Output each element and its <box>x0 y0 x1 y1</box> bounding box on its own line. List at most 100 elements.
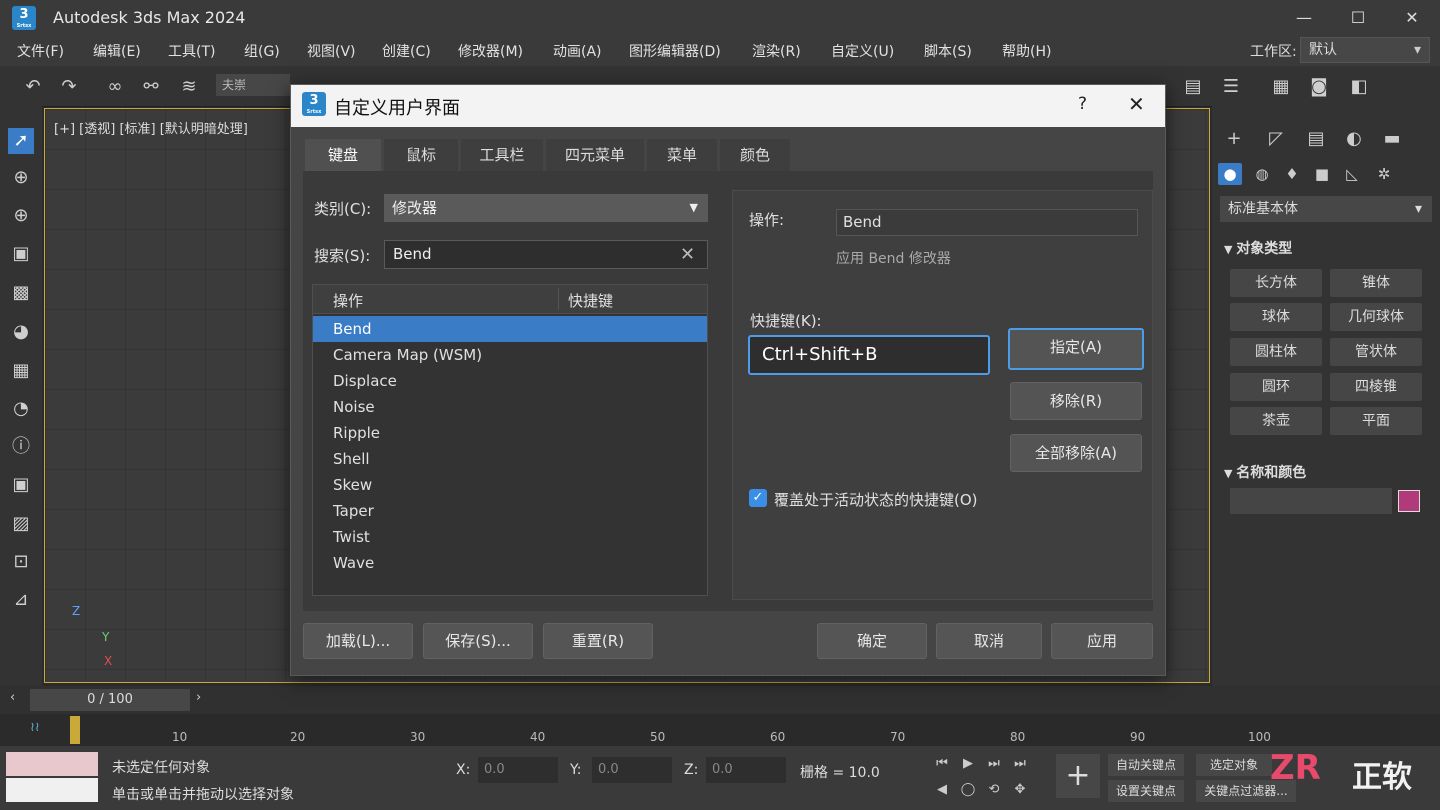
move-icon[interactable]: ⊕ <box>8 165 34 191</box>
list-item[interactable]: Shell <box>313 446 707 472</box>
utilities-icon[interactable]: ▣ <box>8 472 34 498</box>
list-item[interactable]: Wave <box>313 550 707 576</box>
snap-icon[interactable]: ⊡ <box>8 549 34 575</box>
y-coord-field[interactable]: 0.0 <box>592 757 672 783</box>
column-divider[interactable] <box>558 288 559 310</box>
tab-keyboard[interactable]: 键盘 <box>305 139 381 173</box>
z-coord-field[interactable]: 0.0 <box>706 757 786 783</box>
tab-menus[interactable]: 菜单 <box>647 139 717 171</box>
tube-button[interactable]: 管状体 <box>1330 338 1422 366</box>
list-item[interactable]: Ripple <box>313 420 707 446</box>
lights-icon[interactable]: ♦ <box>1280 163 1304 185</box>
select-object-icon[interactable]: ➚ <box>8 128 34 154</box>
menu-edit[interactable]: 编辑(E) <box>93 41 141 61</box>
cone-button[interactable]: 锥体 <box>1330 269 1422 297</box>
torus-button[interactable]: 圆环 <box>1230 373 1322 401</box>
list-item[interactable]: Twist <box>313 524 707 550</box>
modify-tab-icon[interactable]: ◸ <box>1262 126 1290 152</box>
cylinder-button[interactable]: 圆柱体 <box>1230 338 1322 366</box>
hierarchy-tab-icon[interactable]: ▤ <box>1302 126 1330 152</box>
curve-editor-mini-icon[interactable]: ≀≀ <box>30 720 40 735</box>
create-tab-icon[interactable]: + <box>1220 126 1248 152</box>
rollout-name-color[interactable]: ▼ 名称和颜色 <box>1224 462 1306 482</box>
plane-button[interactable]: 平面 <box>1330 407 1422 435</box>
time-marker[interactable] <box>70 716 80 744</box>
orbit-icon[interactable]: ⟲ <box>984 780 1004 800</box>
add-key-button[interactable]: + <box>1056 754 1100 798</box>
pan-icon[interactable]: ✥ <box>1010 780 1030 800</box>
list-item[interactable]: Taper <box>313 498 707 524</box>
play-icon[interactable]: ▶ <box>958 754 978 774</box>
unlink-icon[interactable]: ⚯ <box>138 74 164 100</box>
set-key-button[interactable]: 设置关键点 <box>1108 780 1184 802</box>
rotate-icon[interactable]: ⊕ <box>8 203 34 229</box>
menu-rendering[interactable]: 渲染(R) <box>752 41 801 61</box>
menu-help[interactable]: 帮助(H) <box>1002 41 1051 61</box>
maxscript-listener-top[interactable] <box>6 752 98 776</box>
prev-key-icon[interactable]: ◀ <box>932 780 952 800</box>
list-item[interactable]: Camera Map (WSM) <box>313 342 707 368</box>
list-item[interactable]: Noise <box>313 394 707 420</box>
maximize-icon[interactable]: ☐ <box>1338 4 1378 32</box>
save-button[interactable]: 保存(S)... <box>423 623 533 659</box>
go-to-end-icon[interactable]: ⏭ <box>1010 754 1030 774</box>
maxscript-listener-bottom[interactable] <box>6 778 98 802</box>
toggle-ribbon-icon[interactable]: ☰ <box>1218 74 1244 100</box>
geosphere-button[interactable]: 几何球体 <box>1330 303 1422 331</box>
go-to-start-icon[interactable]: ⏮ <box>932 754 952 774</box>
box-button[interactable]: 长方体 <box>1230 269 1322 297</box>
next-frame-icon[interactable]: › <box>196 690 201 705</box>
menu-modifiers[interactable]: 修改器(M) <box>458 41 523 61</box>
selection-filter-select[interactable]: 夫崇 <box>216 74 290 96</box>
menu-customize[interactable]: 自定义(U) <box>831 41 894 61</box>
menu-file[interactable]: 文件(F) <box>17 41 64 61</box>
workspace-select[interactable]: 默认 <box>1300 37 1430 63</box>
menu-tools[interactable]: 工具(T) <box>168 41 215 61</box>
create-icon[interactable]: ◕ <box>8 319 34 345</box>
override-checkbox[interactable]: ✓ <box>749 489 767 507</box>
menu-view[interactable]: 视图(V) <box>307 41 356 61</box>
geometry-icon[interactable]: ● <box>1218 163 1242 185</box>
selected-filter-button[interactable]: 选定对象 <box>1196 754 1272 776</box>
time-slider[interactable]: 0 / 100 <box>30 689 190 711</box>
auto-key-button[interactable]: 自动关键点 <box>1108 754 1184 776</box>
remove-all-button[interactable]: 全部移除(A) <box>1010 434 1142 472</box>
place-icon[interactable]: ▩ <box>8 280 34 306</box>
menu-create[interactable]: 创建(C) <box>382 41 431 61</box>
bind-space-warp-icon[interactable]: ≋ <box>176 74 202 100</box>
help-icon[interactable]: ? <box>1078 94 1087 114</box>
curve-editor-icon[interactable]: ▦ <box>1268 74 1294 100</box>
track-bar[interactable] <box>70 714 1400 746</box>
tab-mouse[interactable]: 鼠标 <box>384 139 458 171</box>
next-key-icon[interactable]: ⏭ <box>984 754 1004 774</box>
object-name-field[interactable] <box>1230 488 1392 514</box>
motion-tab-icon[interactable]: ◐ <box>1340 126 1368 152</box>
menu-graph-editors[interactable]: 图形编辑器(D) <box>629 41 721 61</box>
hotkey-input[interactable]: Ctrl+Shift+B <box>748 335 990 375</box>
pyramid-button[interactable]: 四棱锥 <box>1330 373 1422 401</box>
menu-group[interactable]: 组(G) <box>244 41 280 61</box>
zoom-icon[interactable]: ◯ <box>958 780 978 800</box>
category-select[interactable]: 修改器 <box>384 194 708 222</box>
material-icon[interactable]: ▨ <box>8 511 34 537</box>
tab-toolbars[interactable]: 工具栏 <box>461 139 543 171</box>
column-header-hotkey[interactable]: 快捷键 <box>568 290 613 311</box>
clear-search-icon[interactable]: ✕ <box>680 244 695 265</box>
cancel-button[interactable]: 取消 <box>936 623 1042 659</box>
list-item[interactable]: Bend <box>313 316 707 342</box>
ok-button[interactable]: 确定 <box>817 623 927 659</box>
list-item[interactable]: Displace <box>313 368 707 394</box>
hierarchy-icon[interactable]: ▦ <box>8 358 34 384</box>
apply-button[interactable]: 应用 <box>1051 623 1153 659</box>
teapot-button[interactable]: 茶壶 <box>1230 407 1322 435</box>
shapes-icon[interactable]: ◍ <box>1250 163 1274 185</box>
load-button[interactable]: 加载(L)... <box>303 623 413 659</box>
column-header-action[interactable]: 操作 <box>333 290 363 311</box>
dialog-close-icon[interactable]: ✕ <box>1128 92 1145 116</box>
render-setup-icon[interactable]: ◙ <box>1306 74 1332 100</box>
sphere-button[interactable]: 球体 <box>1230 303 1322 331</box>
link-icon[interactable]: ∞ <box>102 74 128 100</box>
undo-icon[interactable]: ↶ <box>20 74 46 100</box>
tab-quad-menus[interactable]: 四元菜单 <box>546 139 644 171</box>
layer-explorer-icon[interactable]: ▤ <box>1180 74 1206 100</box>
